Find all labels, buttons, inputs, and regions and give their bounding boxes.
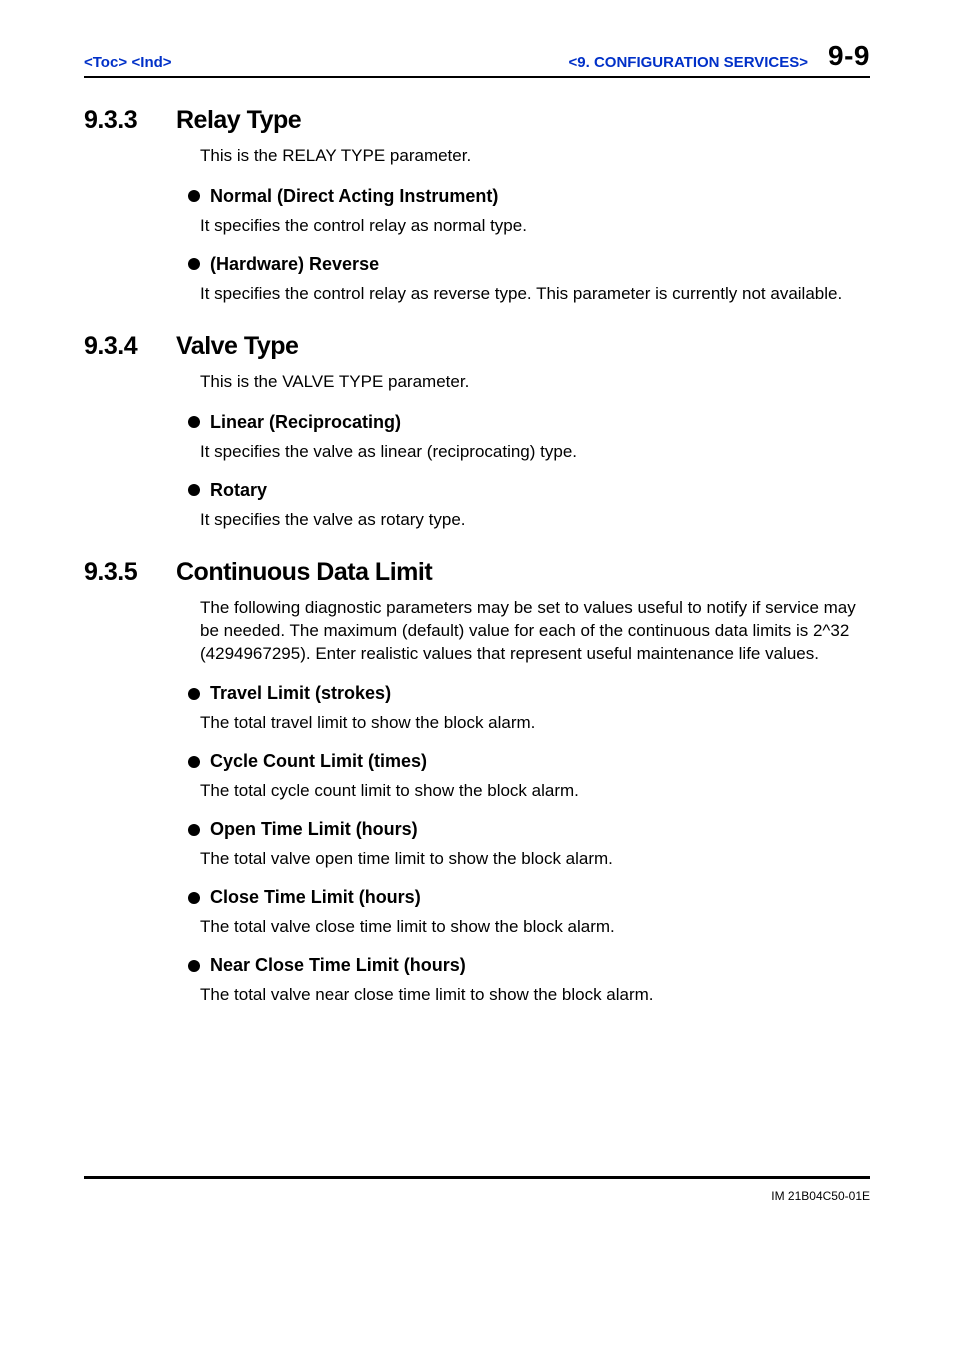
- item-body: The total valve open time limit to show …: [200, 848, 870, 871]
- item-heading: Linear (Reciprocating): [188, 412, 870, 433]
- item-body: The total cycle count limit to show the …: [200, 780, 870, 803]
- item-heading: Near Close Time Limit (hours): [188, 955, 870, 976]
- item-body: The total valve close time limit to show…: [200, 916, 870, 939]
- item-heading: (Hardware) Reverse: [188, 254, 870, 275]
- item-heading: Normal (Direct Acting Instrument): [188, 186, 870, 207]
- bullet-icon: [188, 892, 200, 904]
- bullet-icon: [188, 688, 200, 700]
- section-heading: 9.3.4 Valve Type: [84, 332, 870, 361]
- list-item: (Hardware) Reverse It specifies the cont…: [188, 254, 870, 306]
- section-number: 9.3.3: [84, 106, 176, 135]
- section-intro: The following diagnostic parameters may …: [200, 597, 870, 666]
- bullet-icon: [188, 960, 200, 972]
- ind-link[interactable]: <Ind>: [132, 54, 172, 71]
- section-number: 9.3.4: [84, 332, 176, 361]
- section-intro: This is the VALVE TYPE parameter.: [200, 371, 870, 394]
- header-chapter: <9. CONFIGURATION SERVICES>: [569, 54, 809, 72]
- item-head-text: Open Time Limit (hours): [210, 819, 418, 840]
- item-heading: Rotary: [188, 480, 870, 501]
- section-heading: 9.3.5 Continuous Data Limit: [84, 558, 870, 587]
- section-intro: This is the RELAY TYPE parameter.: [200, 145, 870, 168]
- section-number: 9.3.5: [84, 558, 176, 587]
- item-head-text: (Hardware) Reverse: [210, 254, 379, 275]
- list-item: Travel Limit (strokes) The total travel …: [188, 683, 870, 735]
- list-item: Near Close Time Limit (hours) The total …: [188, 955, 870, 1007]
- list-item: Rotary It specifies the valve as rotary …: [188, 480, 870, 532]
- item-head-text: Rotary: [210, 480, 267, 501]
- toc-link[interactable]: <Toc>: [84, 54, 127, 71]
- list-item: Close Time Limit (hours) The total valve…: [188, 887, 870, 939]
- item-head-text: Cycle Count Limit (times): [210, 751, 427, 772]
- page: <Toc> <Ind> <9. CONFIGURATION SERVICES> …: [0, 0, 954, 1351]
- footer-rule: [84, 1176, 870, 1179]
- bullet-icon: [188, 484, 200, 496]
- chapter-link[interactable]: <9. CONFIGURATION SERVICES>: [569, 54, 809, 71]
- item-body: It specifies the control relay as revers…: [200, 283, 870, 306]
- item-heading: Travel Limit (strokes): [188, 683, 870, 704]
- section-title: Valve Type: [176, 332, 298, 361]
- item-heading: Open Time Limit (hours): [188, 819, 870, 840]
- bullet-icon: [188, 824, 200, 836]
- item-head-text: Normal (Direct Acting Instrument): [210, 186, 498, 207]
- item-body: It specifies the valve as rotary type.: [200, 509, 870, 532]
- list-item: Cycle Count Limit (times) The total cycl…: [188, 751, 870, 803]
- page-header: <Toc> <Ind> <9. CONFIGURATION SERVICES> …: [84, 40, 870, 78]
- list-item: Linear (Reciprocating) It specifies the …: [188, 412, 870, 464]
- bullet-icon: [188, 756, 200, 768]
- bullet-icon: [188, 258, 200, 270]
- bullet-icon: [188, 416, 200, 428]
- section-title: Relay Type: [176, 106, 301, 135]
- item-heading: Cycle Count Limit (times): [188, 751, 870, 772]
- header-left-links: <Toc> <Ind>: [84, 54, 172, 72]
- item-body: It specifies the valve as linear (recipr…: [200, 441, 870, 464]
- item-head-text: Near Close Time Limit (hours): [210, 955, 466, 976]
- page-number: 9-9: [828, 40, 870, 72]
- list-item: Open Time Limit (hours) The total valve …: [188, 819, 870, 871]
- item-head-text: Linear (Reciprocating): [210, 412, 401, 433]
- item-head-text: Travel Limit (strokes): [210, 683, 391, 704]
- item-body: It specifies the control relay as normal…: [200, 215, 870, 238]
- list-item: Normal (Direct Acting Instrument) It spe…: [188, 186, 870, 238]
- section-title: Continuous Data Limit: [176, 558, 432, 587]
- section-heading: 9.3.3 Relay Type: [84, 106, 870, 135]
- bullet-icon: [188, 190, 200, 202]
- item-body: The total travel limit to show the block…: [200, 712, 870, 735]
- item-head-text: Close Time Limit (hours): [210, 887, 421, 908]
- document-id: IM 21B04C50-01E: [771, 1189, 870, 1203]
- item-heading: Close Time Limit (hours): [188, 887, 870, 908]
- item-body: The total valve near close time limit to…: [200, 984, 870, 1007]
